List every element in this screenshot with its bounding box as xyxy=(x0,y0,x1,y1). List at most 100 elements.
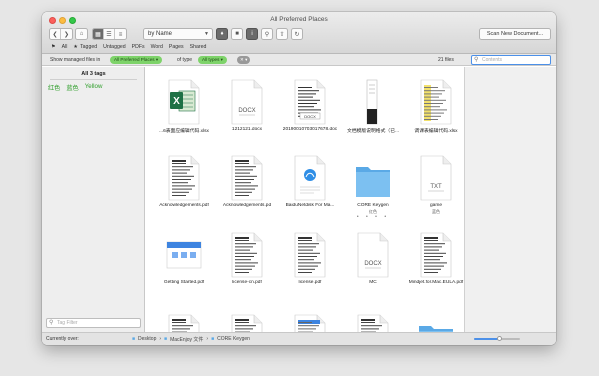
file-item[interactable]: DOCX MC xyxy=(341,228,405,292)
file-item[interactable]: Acknowledgements.pdf xyxy=(152,151,216,215)
file-thumbnail xyxy=(166,155,202,201)
chevron-down-icon: ▼ xyxy=(204,31,209,37)
file-thumbnail xyxy=(418,232,454,278)
file-name: ...6表面应编辑代码.xlsx xyxy=(159,129,209,134)
file-name: Acknowledgements.pd xyxy=(222,203,272,208)
file-thumbnail xyxy=(292,232,328,278)
file-item[interactable]: DOCX 20190010703017678.doc xyxy=(278,75,342,139)
file-item[interactable]: license-cn.pdf xyxy=(215,228,279,292)
file-item[interactable]: Acknowledgements.pd xyxy=(215,151,279,215)
back-icon[interactable]: ❮ xyxy=(50,29,61,39)
zoom-slider[interactable] xyxy=(474,336,520,341)
folder-item[interactable] xyxy=(404,310,464,332)
filter-all[interactable]: ⚑ All xyxy=(51,44,67,50)
folder-item[interactable]: CORE Keygen 红色 • • • • xyxy=(341,151,405,220)
file-item[interactable] xyxy=(341,310,405,332)
tag-icon[interactable]: ♦ xyxy=(216,28,228,40)
file-item[interactable]: BaiduNetdisk For Ma... xyxy=(278,151,342,215)
tag-blue[interactable]: 蓝色 xyxy=(66,83,78,92)
file-thumbnail: DOCX xyxy=(355,232,391,278)
search-icon: ⚲ xyxy=(49,320,54,326)
titlebar: All Preferred Places ❮ ❯ ⌂ ▦ ☰ ≡ by Name… xyxy=(42,12,556,54)
file-type-label: DOCX xyxy=(364,261,381,267)
file-item[interactable]: license.pdf xyxy=(278,228,342,292)
window-title: All Preferred Places xyxy=(270,16,328,23)
file-grid: X ...6表面应编辑代码.xlsx DOCX 1212121.docx DOCX 201… xyxy=(146,67,464,332)
file-name: CORE Keygen xyxy=(357,203,389,208)
zoom-slider-fill xyxy=(474,338,500,340)
file-item[interactable]: DOCX 1212121.docx xyxy=(215,75,279,139)
file-name: license-cn.pdf xyxy=(232,280,262,285)
filter-pdfs[interactable]: PDFs xyxy=(132,44,145,50)
nav-segment: ❮ ❯ xyxy=(49,28,73,40)
file-item[interactable]: TXT game 蓝色 xyxy=(404,151,464,215)
file-name: Getting Started.pdf xyxy=(163,280,205,285)
file-item[interactable] xyxy=(215,310,279,332)
tags-header[interactable]: All 3 tags xyxy=(42,71,145,77)
search-icon[interactable]: ⚲ xyxy=(261,28,273,40)
share-icon[interactable]: ⇧ xyxy=(276,28,288,40)
tag-filter-placeholder: Tag Filter xyxy=(57,320,78,326)
file-item[interactable]: Getting Started.pdf xyxy=(152,228,216,292)
breadcrumb-item[interactable]: Desktop xyxy=(138,336,156,343)
sort-select-value: by Name xyxy=(148,31,173,37)
filter-word[interactable]: Word xyxy=(151,44,163,50)
tags-list: 红色 蓝色 Yellow xyxy=(48,83,102,92)
filter-pages[interactable]: Pages xyxy=(169,44,184,50)
filter-tagged[interactable]: ★ Tagged xyxy=(73,44,97,50)
folder-icon: ■ xyxy=(132,336,136,342)
zoom-slider-knob[interactable] xyxy=(496,336,502,341)
file-thumbnail xyxy=(355,314,391,332)
filter-shared[interactable]: Shared xyxy=(190,44,207,50)
forward-icon[interactable]: ❯ xyxy=(61,29,72,39)
file-name: 1212121.docx xyxy=(231,127,263,132)
file-item[interactable]: 调课表编辑代码.xlsx xyxy=(404,75,464,139)
file-name: Mindjet.for.Mac.EULA.pdf xyxy=(408,280,464,285)
column-view-icon[interactable]: ≡ xyxy=(115,29,126,39)
file-item[interactable] xyxy=(278,310,342,332)
tag-filter-input[interactable]: ⚲ Tag Filter xyxy=(46,318,141,328)
sort-select[interactable]: by Name ▼ xyxy=(143,28,213,40)
folder-icon[interactable]: ■ xyxy=(231,28,243,40)
grid-view-icon[interactable]: ▦ xyxy=(93,29,104,39)
file-item[interactable]: Mindjet.for.Mac.EULA.pdf xyxy=(404,228,464,292)
view-mode-segment: ▦ ☰ ≡ xyxy=(92,28,127,40)
info-icon[interactable]: i xyxy=(246,28,258,40)
home-icon[interactable]: ⌂ xyxy=(75,28,88,40)
file-name: license.pdf xyxy=(298,280,322,285)
file-thumbnail xyxy=(166,232,202,278)
scan-new-document-button[interactable]: Scan New Document... xyxy=(479,28,551,40)
breadcrumb: ■ Desktop › ■ MacEnjoy 文件 › ■ CORE Keyge… xyxy=(132,336,250,343)
file-thumbnail xyxy=(292,314,328,332)
filter-tagged-label: Tagged xyxy=(80,44,98,50)
tag-red[interactable]: 红色 xyxy=(48,83,60,92)
bookmark-icon: ⚑ xyxy=(51,44,56,50)
chevron-right-icon: › xyxy=(206,336,209,342)
file-name: BaiduNetdisk For Ma... xyxy=(285,203,335,208)
refresh-icon[interactable]: ↻ xyxy=(291,28,303,40)
file-type-label: DOCX xyxy=(238,108,255,114)
file-name: game xyxy=(430,203,442,208)
place-select[interactable]: All Preferred Places ▾ xyxy=(110,56,163,64)
file-thumbnail xyxy=(418,79,454,125)
file-thumbnail xyxy=(229,232,265,278)
file-name: Acknowledgements.pdf xyxy=(159,203,209,208)
filter-untagged[interactable]: Untagged xyxy=(103,44,126,50)
list-view-icon[interactable]: ☰ xyxy=(104,29,115,39)
file-item[interactable] xyxy=(152,310,216,332)
file-item[interactable]: 文档模版说明格式（已... xyxy=(341,75,405,139)
breadcrumb-item[interactable]: CORE Keygen xyxy=(217,336,250,343)
file-tag: 蓝色 xyxy=(432,209,440,214)
file-item[interactable]: X ...6表面应编辑代码.xlsx xyxy=(152,75,216,139)
breadcrumb-item[interactable]: MacEnjoy 文件 xyxy=(170,336,203,343)
tag-yellow[interactable]: Yellow xyxy=(85,83,103,92)
search-icon: ⚲ xyxy=(474,57,479,63)
clear-filter-button[interactable]: ✕ ▾ xyxy=(237,56,251,64)
folder-icon xyxy=(418,314,454,332)
type-select[interactable]: All types ▾ xyxy=(198,56,227,64)
show-prefix-label: Show managed files in xyxy=(50,57,101,63)
search-placeholder: Contents xyxy=(482,57,503,63)
file-thumbnail xyxy=(229,155,265,201)
search-input[interactable]: ⚲ Contents xyxy=(471,55,551,65)
show-bar: Show managed files in All Preferred Plac… xyxy=(42,54,556,66)
